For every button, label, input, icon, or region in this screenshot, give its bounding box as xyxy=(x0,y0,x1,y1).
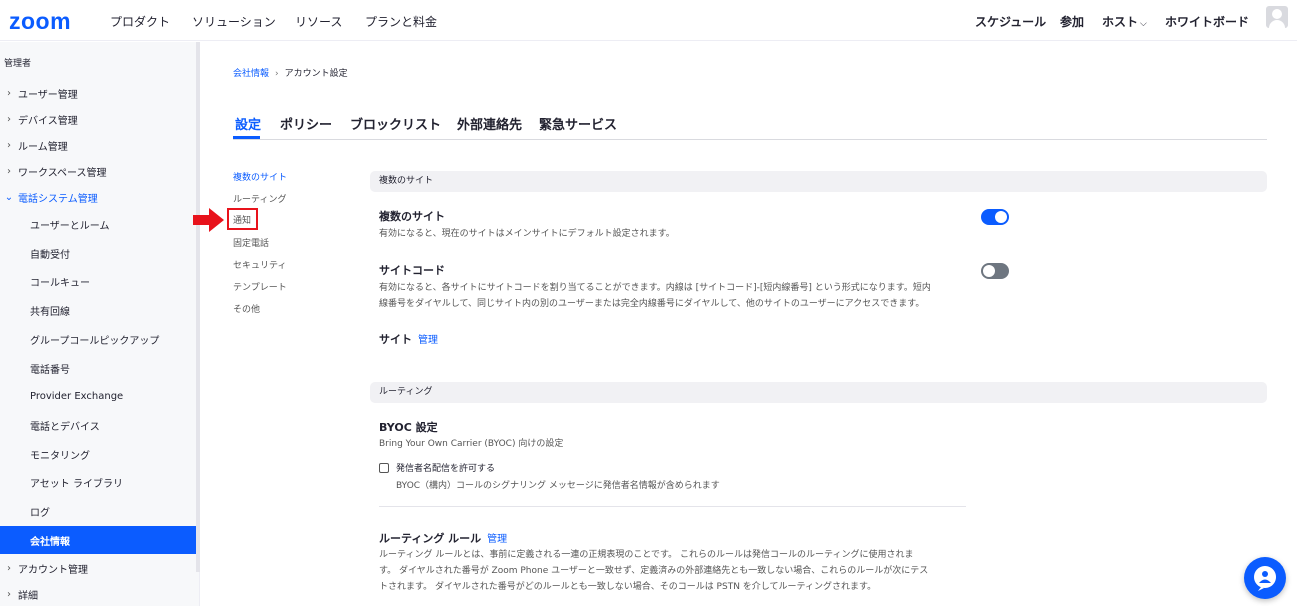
breadcrumb-current: アカウント設定 xyxy=(284,69,348,79)
subnav-templates[interactable]: テンプレート xyxy=(233,280,287,293)
nav-join[interactable]: 参加 xyxy=(1060,13,1084,30)
breadcrumb: 会社情報 › アカウント設定 xyxy=(233,66,348,79)
sidebar-item-user-management[interactable]: › ユーザー管理 xyxy=(0,80,196,106)
nav-host[interactable]: ホスト ⌵ xyxy=(1102,13,1147,30)
multiple-sites-toggle[interactable] xyxy=(981,209,1009,225)
setting-desc-multiple-sites: 有効になると、現在のサイトはメインサイトにデフォルト設定されます。 xyxy=(379,229,675,239)
nav-solutions[interactable]: ソリューション xyxy=(192,13,276,30)
active-tab-indicator xyxy=(233,136,260,139)
setting-routing-rules: ルーティング ルール 管理 xyxy=(379,530,507,546)
setting-title-routing-rules: ルーティング ルール xyxy=(379,532,482,545)
sidebar-sub-shared-lines[interactable]: 共有回線 xyxy=(0,296,196,324)
subnav-desk-phones[interactable]: 固定電話 xyxy=(233,236,269,249)
section-header-routing: ルーティング xyxy=(370,382,1267,403)
highlight-box xyxy=(227,208,258,230)
nav-schedule[interactable]: スケジュール xyxy=(975,13,1046,30)
sidebar-sub-phone-numbers[interactable]: 電話番号 xyxy=(0,354,196,382)
setting-desc-routing-rules-2: す。 ダイヤルされた番号が Zoom Phone ユーザーと一致せず、定義済みの… xyxy=(379,566,929,576)
routing-rules-manage-link[interactable]: 管理 xyxy=(487,534,507,545)
sidebar-sub-users-rooms[interactable]: ユーザーとルーム xyxy=(0,210,196,238)
section-header-multiple-sites: 複数のサイト xyxy=(370,171,1267,192)
sidebar-item-label: デバイス管理 xyxy=(18,115,78,127)
sidebar-item-account-management[interactable]: › アカウント管理 xyxy=(0,555,196,581)
nav-host-label: ホスト xyxy=(1102,15,1139,29)
tab-emergency-services[interactable]: 緊急サービス xyxy=(539,114,617,133)
sidebar-sub-monitoring[interactable]: モニタリング xyxy=(0,440,196,468)
breadcrumb-link[interactable]: 会社情報 xyxy=(233,69,269,79)
nav-products[interactable]: プロダクト xyxy=(110,13,170,30)
sidebar-sub-call-queue[interactable]: コールキュー xyxy=(0,267,196,295)
setting-title-multiple-sites: 複数のサイト xyxy=(379,210,445,223)
site-code-toggle[interactable] xyxy=(981,263,1009,279)
setting-desc-routing-rules-3: トされます。 ダイヤルされた番号がどのルールとも一致しない場合、そのコールは P… xyxy=(379,582,877,592)
setting-title-byoc: BYOC 設定 xyxy=(379,421,438,434)
sidebar-item-label: アカウント管理 xyxy=(18,564,88,576)
toggle-knob xyxy=(983,265,995,277)
sidebar-item-advanced[interactable]: › 詳細 xyxy=(0,581,196,606)
chevron-down-icon: ⌄ xyxy=(4,191,14,203)
setting-desc-site-code-2: 線番号をダイヤルして、同じサイト内の別のユーザーまたは完全内線番号にダイヤルして… xyxy=(379,299,925,309)
sidebar-item-label: 電話システム管理 xyxy=(18,193,98,205)
nav-resources[interactable]: リソース xyxy=(295,13,342,30)
tab-policy[interactable]: ポリシー xyxy=(280,114,332,133)
nav-whiteboard[interactable]: ホワイトボード xyxy=(1165,13,1249,30)
tab-blocklist[interactable]: ブロックリスト xyxy=(350,114,441,133)
sidebar-item-device-management[interactable]: › デバイス管理 xyxy=(0,106,196,132)
subnav-security[interactable]: セキュリティ xyxy=(233,258,286,271)
top-nav: zoom プロダクト ソリューション リソース プランと料金 スケジュール 参加… xyxy=(0,0,1297,41)
setting-title-site-code: サイトコード xyxy=(379,264,445,277)
sidebar-item-label: ルーム管理 xyxy=(18,141,68,153)
subnav-multiple-sites[interactable]: 複数のサイト xyxy=(233,170,287,183)
subnav-routing[interactable]: ルーティング xyxy=(233,192,286,205)
avatar-head-icon xyxy=(1272,9,1282,19)
sidebar-sub-group-call-pickup[interactable]: グループコールピックアップ xyxy=(0,325,196,353)
chat-bot-icon xyxy=(1254,566,1277,591)
sites-manage-link[interactable]: 管理 xyxy=(418,335,438,346)
setting-desc-routing-rules-1: ルーティング ルールとは、事前に定義される一連の正規表現のことです。 これらのル… xyxy=(379,550,914,560)
caller-name-checkbox[interactable] xyxy=(379,463,389,473)
caller-name-checkbox-help: BYOC（構内）コールのシグナリング メッセージに発信者名情報が含められます xyxy=(396,481,720,491)
sidebar-sub-provider-exchange[interactable]: Provider Exchange xyxy=(0,382,196,410)
sidebar-sub-phones-devices[interactable]: 電話とデバイス xyxy=(0,411,196,439)
chevron-right-icon: › xyxy=(7,588,11,600)
breadcrumb-separator: › xyxy=(275,69,279,79)
chevron-down-icon: ⌵ xyxy=(1140,19,1147,29)
sidebar-item-label: ユーザー管理 xyxy=(18,89,78,101)
tab-external-contacts[interactable]: 外部連絡先 xyxy=(457,114,522,133)
chevron-right-icon: › xyxy=(7,562,11,574)
sidebar-item-label: ワークスペース管理 xyxy=(18,167,107,179)
sidebar: 管理者 › ユーザー管理 › デバイス管理 › ルーム管理 › ワークスペース管理 ⌄ 電… xyxy=(0,42,200,606)
sidebar-item-phone-system[interactable]: ⌄ 電話システム管理 xyxy=(0,184,196,210)
chevron-right-icon: › xyxy=(7,113,11,125)
sidebar-sub-logs[interactable]: ログ xyxy=(0,497,196,525)
sidebar-sub-company-info[interactable]: 会社情報 xyxy=(0,526,196,554)
setting-desc-site-code-1: 有効になると、各サイトにサイトコードを割り当てることができます。内線は [サイト… xyxy=(379,283,931,293)
avatar-body-icon xyxy=(1269,20,1285,28)
divider xyxy=(379,506,966,507)
sidebar-item-room-management[interactable]: › ルーム管理 xyxy=(0,132,196,158)
nav-plans[interactable]: プランと料金 xyxy=(365,13,437,30)
settings-tabs: 設定 ポリシー ブロックリスト 外部連絡先 緊急サービス xyxy=(233,110,1267,140)
setting-desc-byoc: Bring Your Own Carrier (BYOC) 向けの設定 xyxy=(379,439,564,449)
setting-sites: サイト 管理 xyxy=(379,331,438,347)
toggle-knob xyxy=(995,211,1007,223)
tab-settings[interactable]: 設定 xyxy=(235,114,261,133)
sidebar-header: 管理者 xyxy=(4,59,32,69)
caller-name-checkbox-label[interactable]: 発信者名配信を許可する xyxy=(396,461,495,474)
chevron-right-icon: › xyxy=(7,87,11,99)
sidebar-scrollbar[interactable] xyxy=(196,42,200,572)
chevron-right-icon: › xyxy=(7,165,11,177)
sidebar-sub-asset-library[interactable]: アセット ライブラリ xyxy=(0,468,196,496)
sidebar-sub-auto-receptionist[interactable]: 自動受付 xyxy=(0,239,196,267)
avatar[interactable] xyxy=(1266,6,1288,28)
zoom-logo[interactable]: zoom xyxy=(9,8,71,35)
chevron-right-icon: › xyxy=(7,139,11,151)
sidebar-item-label: 詳細 xyxy=(18,590,38,602)
chat-help-button[interactable] xyxy=(1244,557,1286,599)
red-arrow-icon xyxy=(193,208,224,232)
sidebar-item-workspace-management[interactable]: › ワークスペース管理 xyxy=(0,158,196,184)
setting-title-sites: サイト xyxy=(379,333,412,346)
subnav-other[interactable]: その他 xyxy=(233,302,260,315)
